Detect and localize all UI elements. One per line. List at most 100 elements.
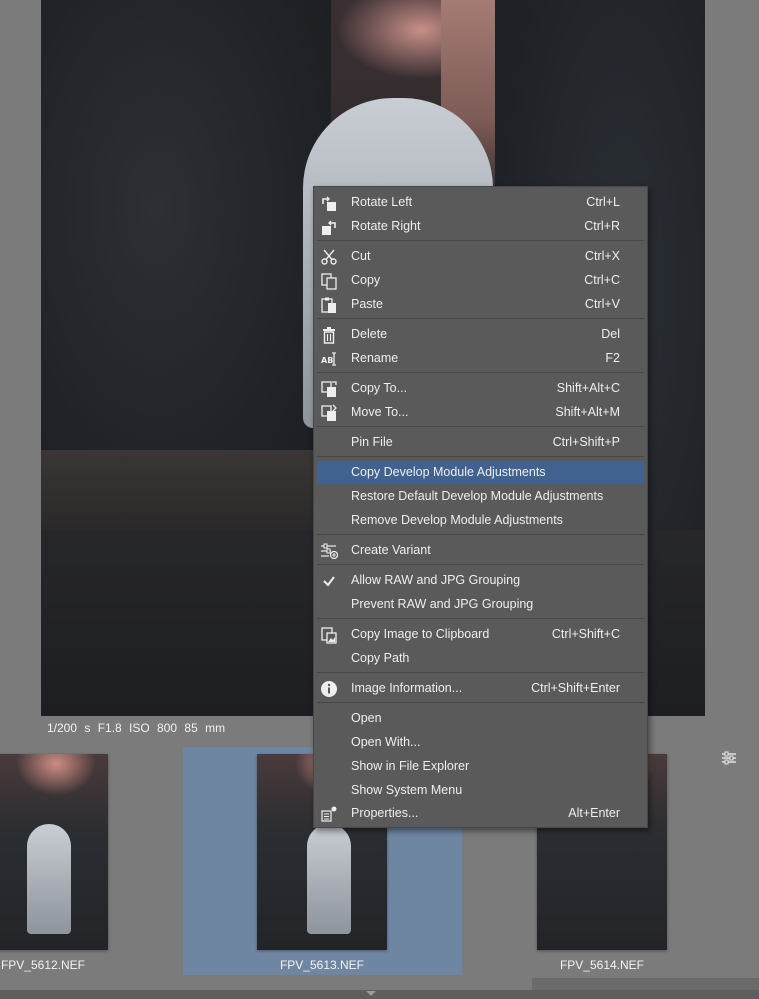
menu-item-create-variant[interactable]: Create Variant	[317, 539, 644, 562]
menu-item-label: Properties...	[351, 806, 418, 820]
menu-separator	[317, 618, 644, 619]
thumbnail-1[interactable]	[0, 754, 108, 950]
menu-separator	[317, 426, 644, 427]
menu-item-shortcut: Ctrl+L	[586, 195, 620, 209]
menu-item-shortcut: Ctrl+V	[585, 297, 620, 311]
paste-icon	[320, 296, 338, 314]
menu-item-label: Rotate Left	[351, 195, 412, 209]
menu-item-label: Cut	[351, 249, 370, 263]
menu-separator	[317, 240, 644, 241]
menu-item-label: Open With...	[351, 735, 420, 749]
rename-icon: AB	[320, 350, 338, 368]
context-menu: Rotate Left Ctrl+L Rotate Right Ctrl+R C…	[313, 186, 648, 828]
menu-item-shortcut: Shift+Alt+C	[557, 381, 620, 395]
menu-separator	[317, 456, 644, 457]
menu-separator	[317, 564, 644, 565]
menu-item-allow-raw-jpg-grouping[interactable]: Allow RAW and JPG Grouping	[317, 569, 644, 592]
menu-item-show-system-menu[interactable]: Show System Menu	[317, 779, 644, 802]
menu-separator	[317, 672, 644, 673]
menu-item-open-with[interactable]: Open With...	[317, 731, 644, 754]
menu-item-label: Move To...	[351, 405, 408, 419]
menu-item-label: Copy Develop Module Adjustments	[351, 465, 546, 479]
menu-item-properties[interactable]: Properties... Alt+Enter	[317, 802, 644, 825]
preview-hedge-left	[41, 0, 331, 520]
menu-item-label: Copy Image to Clipboard	[351, 627, 489, 641]
menu-item-remove-develop-adjustments[interactable]: Remove Develop Module Adjustments	[317, 509, 644, 532]
menu-item-label: Copy	[351, 273, 380, 287]
menu-item-label: Rotate Right	[351, 219, 420, 233]
menu-item-pin-file[interactable]: Pin File Ctrl+Shift+P	[317, 431, 644, 454]
move-to-icon	[320, 404, 338, 422]
menu-item-shortcut: Shift+Alt+M	[555, 405, 620, 419]
bottom-panel-toggle[interactable]	[0, 990, 759, 999]
menu-item-rename[interactable]: AB Rename F2	[317, 347, 644, 370]
menu-item-cut[interactable]: Cut Ctrl+X	[317, 245, 644, 268]
checkmark-icon	[320, 572, 338, 590]
menu-item-shortcut: F2	[605, 351, 620, 365]
menu-item-label: Restore Default Develop Module Adjustmen…	[351, 489, 603, 503]
menu-item-label: Paste	[351, 297, 383, 311]
preview-log	[41, 450, 321, 530]
exif-info: 1/200 s F1.8 ISO 800 85 mm	[47, 721, 225, 735]
chevron-down-icon	[366, 991, 376, 996]
menu-item-copy-to[interactable]: Copy To... Shift+Alt+C	[317, 377, 644, 400]
menu-item-copy-develop-adjustments[interactable]: Copy Develop Module Adjustments	[317, 461, 644, 484]
filmstrip-scroll-track[interactable]	[532, 978, 759, 990]
menu-separator	[317, 534, 644, 535]
thumbnail-ghost	[307, 824, 351, 934]
menu-separator	[317, 372, 644, 373]
menu-item-delete[interactable]: Delete Del	[317, 323, 644, 346]
menu-separator	[317, 318, 644, 319]
copy-icon	[320, 272, 338, 290]
scissors-icon	[320, 248, 338, 266]
thumbnail-ghost	[27, 824, 71, 934]
info-icon	[320, 680, 338, 698]
thumbnail-3-label: FPV_5614.NEF	[527, 958, 677, 972]
menu-item-shortcut: Ctrl+Shift+Enter	[531, 681, 620, 695]
menu-item-image-information[interactable]: Image Information... Ctrl+Shift+Enter	[317, 677, 644, 700]
menu-item-label: Copy To...	[351, 381, 407, 395]
rotate-left-icon	[320, 194, 338, 212]
menu-item-label: Pin File	[351, 435, 393, 449]
menu-item-shortcut: Ctrl+X	[585, 249, 620, 263]
filmstrip-settings-icon[interactable]	[721, 750, 737, 766]
menu-item-shortcut: Del	[601, 327, 620, 341]
menu-item-copy[interactable]: Copy Ctrl+C	[317, 269, 644, 292]
thumbnail-1-label: FPV_5612.NEF	[0, 958, 118, 972]
menu-item-label: Create Variant	[351, 543, 431, 557]
menu-item-shortcut: Ctrl+Shift+P	[553, 435, 620, 449]
menu-item-open[interactable]: Open	[317, 707, 644, 730]
menu-separator	[317, 702, 644, 703]
menu-item-paste[interactable]: Paste Ctrl+V	[317, 293, 644, 316]
menu-item-label: Copy Path	[351, 651, 409, 665]
menu-item-prevent-raw-jpg-grouping[interactable]: Prevent RAW and JPG Grouping	[317, 593, 644, 616]
menu-item-label: Prevent RAW and JPG Grouping	[351, 597, 533, 611]
menu-item-restore-develop-adjustments[interactable]: Restore Default Develop Module Adjustmen…	[317, 485, 644, 508]
properties-icon	[320, 805, 338, 823]
menu-item-label: Show in File Explorer	[351, 759, 469, 773]
menu-item-label: Allow RAW and JPG Grouping	[351, 573, 520, 587]
menu-item-label: Rename	[351, 351, 398, 365]
menu-item-shortcut: Ctrl+C	[584, 273, 620, 287]
menu-item-rotate-right[interactable]: Rotate Right Ctrl+R	[317, 215, 644, 238]
clipboard-image-icon	[320, 626, 338, 644]
svg-text:AB: AB	[321, 356, 333, 365]
menu-item-label: Delete	[351, 327, 387, 341]
thumbnail-2-label: FPV_5613.NEF	[247, 958, 397, 972]
rotate-right-icon	[320, 218, 338, 236]
menu-item-label: Remove Develop Module Adjustments	[351, 513, 563, 527]
sliders-icon	[320, 542, 338, 560]
menu-item-rotate-left[interactable]: Rotate Left Ctrl+L	[317, 191, 644, 214]
menu-item-move-to[interactable]: Move To... Shift+Alt+M	[317, 401, 644, 424]
menu-item-shortcut: Alt+Enter	[568, 806, 620, 820]
menu-item-label: Show System Menu	[351, 783, 462, 797]
menu-item-copy-image-to-clipboard[interactable]: Copy Image to Clipboard Ctrl+Shift+C	[317, 623, 644, 646]
menu-item-label: Image Information...	[351, 681, 462, 695]
menu-item-shortcut: Ctrl+Shift+C	[552, 627, 620, 641]
menu-item-label: Open	[351, 711, 382, 725]
menu-item-copy-path[interactable]: Copy Path	[317, 647, 644, 670]
trash-icon	[320, 326, 338, 344]
copy-to-icon	[320, 380, 338, 398]
menu-item-show-in-file-explorer[interactable]: Show in File Explorer	[317, 755, 644, 778]
menu-item-shortcut: Ctrl+R	[584, 219, 620, 233]
